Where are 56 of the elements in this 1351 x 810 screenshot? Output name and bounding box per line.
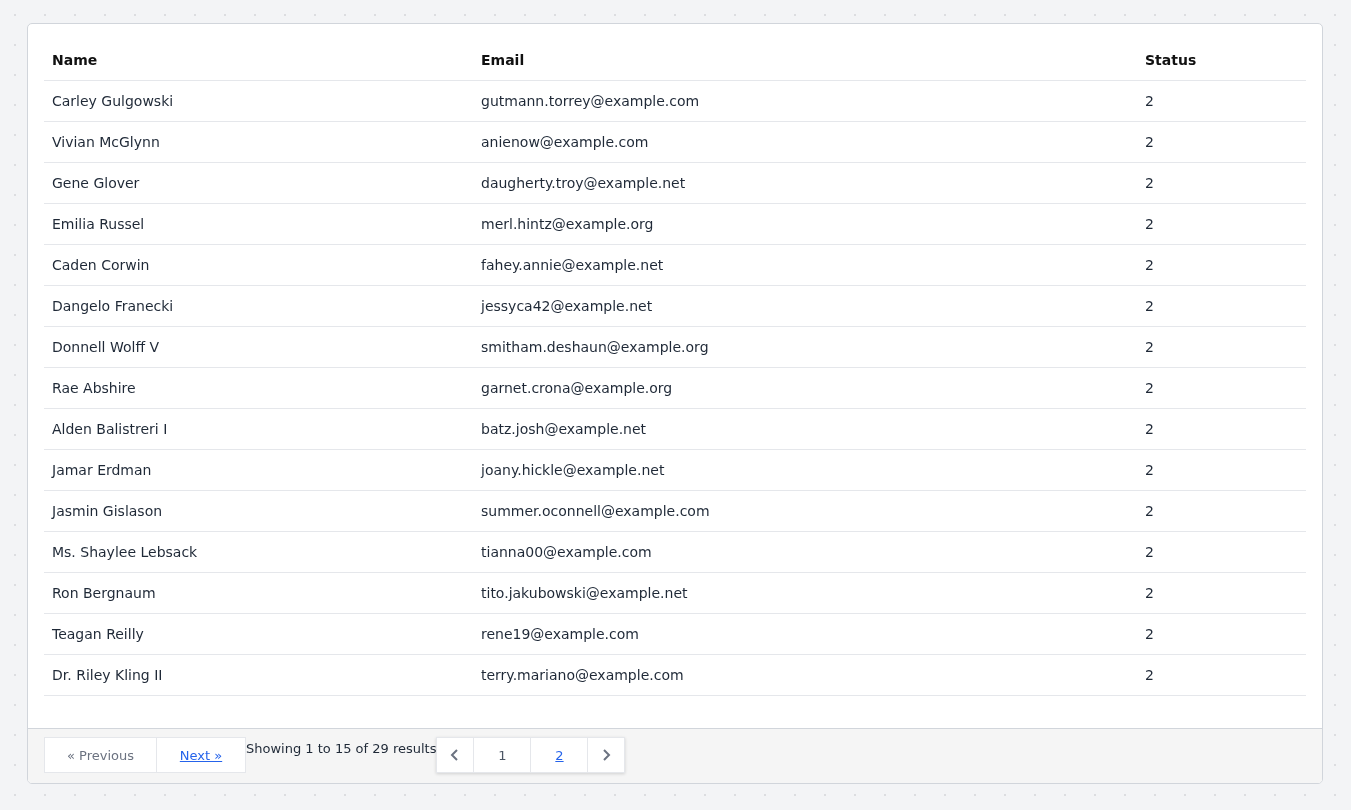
- table-cell: fahey.annie@example.net: [481, 257, 664, 273]
- table-cell: 2: [1145, 257, 1154, 273]
- chevron-left-icon: [450, 749, 461, 761]
- table-cell: Caden Corwin: [52, 257, 150, 273]
- table-cell: 2: [1145, 175, 1154, 191]
- table-cell: merl.hintz@example.org: [481, 216, 654, 232]
- next-page-button[interactable]: [587, 737, 626, 773]
- table-cell: 2: [1145, 462, 1154, 478]
- table-cell: 2: [1145, 667, 1154, 683]
- table-cell: Vivian McGlynn: [52, 134, 160, 150]
- table-cell: Dangelo Franecki: [52, 298, 174, 314]
- column-header: Name: [52, 52, 98, 68]
- table-cell: Dr. Riley Kling II: [52, 667, 163, 683]
- table-cell: Donnell Wolff V: [52, 339, 160, 355]
- table-cell: joany.hickle@example.net: [481, 462, 665, 478]
- table-cell: rene19@example.com: [481, 626, 639, 642]
- table-cell: Alden Balistreri I: [52, 421, 168, 437]
- table-cell: 2: [1145, 339, 1154, 355]
- table-cell: Rae Abshire: [52, 380, 136, 396]
- next-link[interactable]: Next »: [156, 737, 246, 773]
- results-summary: Showing 1 to 15 of 29 results: [246, 740, 437, 756]
- table-cell: 2: [1145, 503, 1154, 519]
- table-cell: 2: [1145, 216, 1154, 232]
- table-cell: 2: [1145, 134, 1154, 150]
- table-cell: 2: [1145, 626, 1154, 642]
- table-cell: Carley Gulgowski: [52, 93, 174, 109]
- table-cell: summer.oconnell@example.com: [481, 503, 710, 519]
- table-cell: 2: [1145, 93, 1154, 109]
- table-cell: 2: [1145, 298, 1154, 314]
- table-cell: Jasmin Gislason: [52, 503, 163, 519]
- previous-page-button[interactable]: [436, 737, 475, 773]
- page-link[interactable]: 2: [530, 737, 589, 773]
- table-cell: batz.josh@example.net: [481, 421, 647, 437]
- table-cell: 2: [1145, 585, 1154, 601]
- table-cell: garnet.crona@example.org: [481, 380, 673, 396]
- table-cell: Ron Bergnaum: [52, 585, 156, 601]
- table-cell: tianna00@example.com: [481, 544, 652, 560]
- table-cell: 2: [1145, 544, 1154, 560]
- table-cell: daugherty.troy@example.net: [481, 175, 686, 191]
- chevron-right-icon: [601, 749, 612, 761]
- table-cell: Ms. Shaylee Lebsack: [52, 544, 198, 560]
- table-cell: tito.jakubowski@example.net: [481, 585, 688, 601]
- column-header: Status: [1145, 52, 1197, 68]
- column-header: Email: [481, 52, 525, 68]
- table-cell: gutmann.torrey@example.com: [481, 93, 700, 109]
- table-cell: Jamar Erdman: [52, 462, 152, 478]
- table-cell: jessyca42@example.net: [481, 298, 653, 314]
- table-cell: Emilia Russel: [52, 216, 145, 232]
- page-link[interactable]: 1: [473, 737, 532, 773]
- table-cell: Teagan Reilly: [52, 626, 144, 642]
- table-cell: 2: [1145, 421, 1154, 437]
- table-cell: smitham.deshaun@example.org: [481, 339, 709, 355]
- table-cell: terry.mariano@example.com: [481, 667, 684, 683]
- table-cell: Gene Glover: [52, 175, 140, 191]
- table-cell: anienow@example.com: [481, 134, 649, 150]
- table-cell: 2: [1145, 380, 1154, 396]
